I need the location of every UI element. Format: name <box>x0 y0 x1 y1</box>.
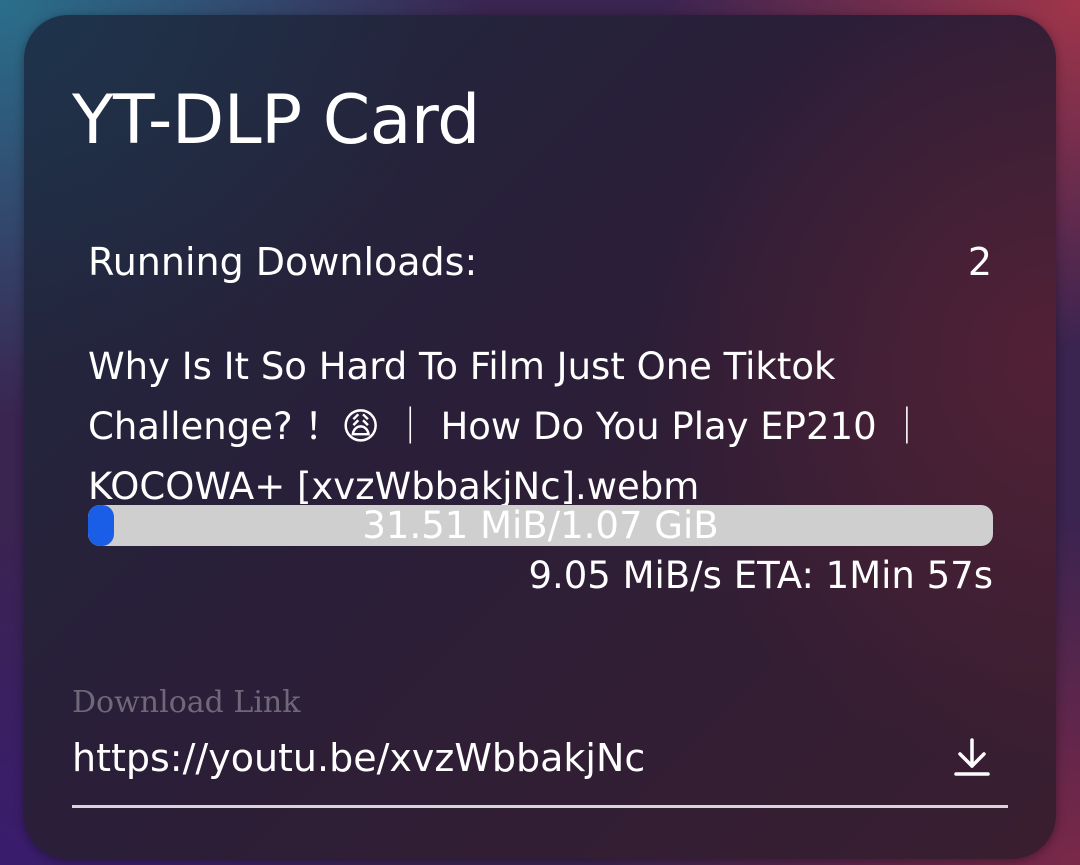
download-link-underline <box>72 805 1008 808</box>
card-title: YT-DLP Card <box>72 81 480 160</box>
download-link-input[interactable] <box>72 730 932 786</box>
running-downloads-count: 2 <box>967 240 992 284</box>
download-progress-text: 31.51 MiB/1.07 GiB <box>362 505 719 546</box>
yt-dlp-card: YT-DLP Card Running Downloads: 2 Why Is … <box>24 15 1056 859</box>
download-speed-eta: 9.05 MiB/s ETA: 1Min 57s <box>528 554 993 597</box>
running-downloads-row: Running Downloads: 2 <box>88 237 992 287</box>
download-progress-bar: 31.51 MiB/1.07 GiB <box>88 505 993 546</box>
download-button[interactable] <box>948 730 996 784</box>
running-downloads-label: Running Downloads: <box>88 240 478 284</box>
download-icon <box>954 738 990 776</box>
download-filename: Why Is It So Hard To Film Just One Tikto… <box>88 345 926 508</box>
download-link-label: Download Link <box>72 685 301 720</box>
